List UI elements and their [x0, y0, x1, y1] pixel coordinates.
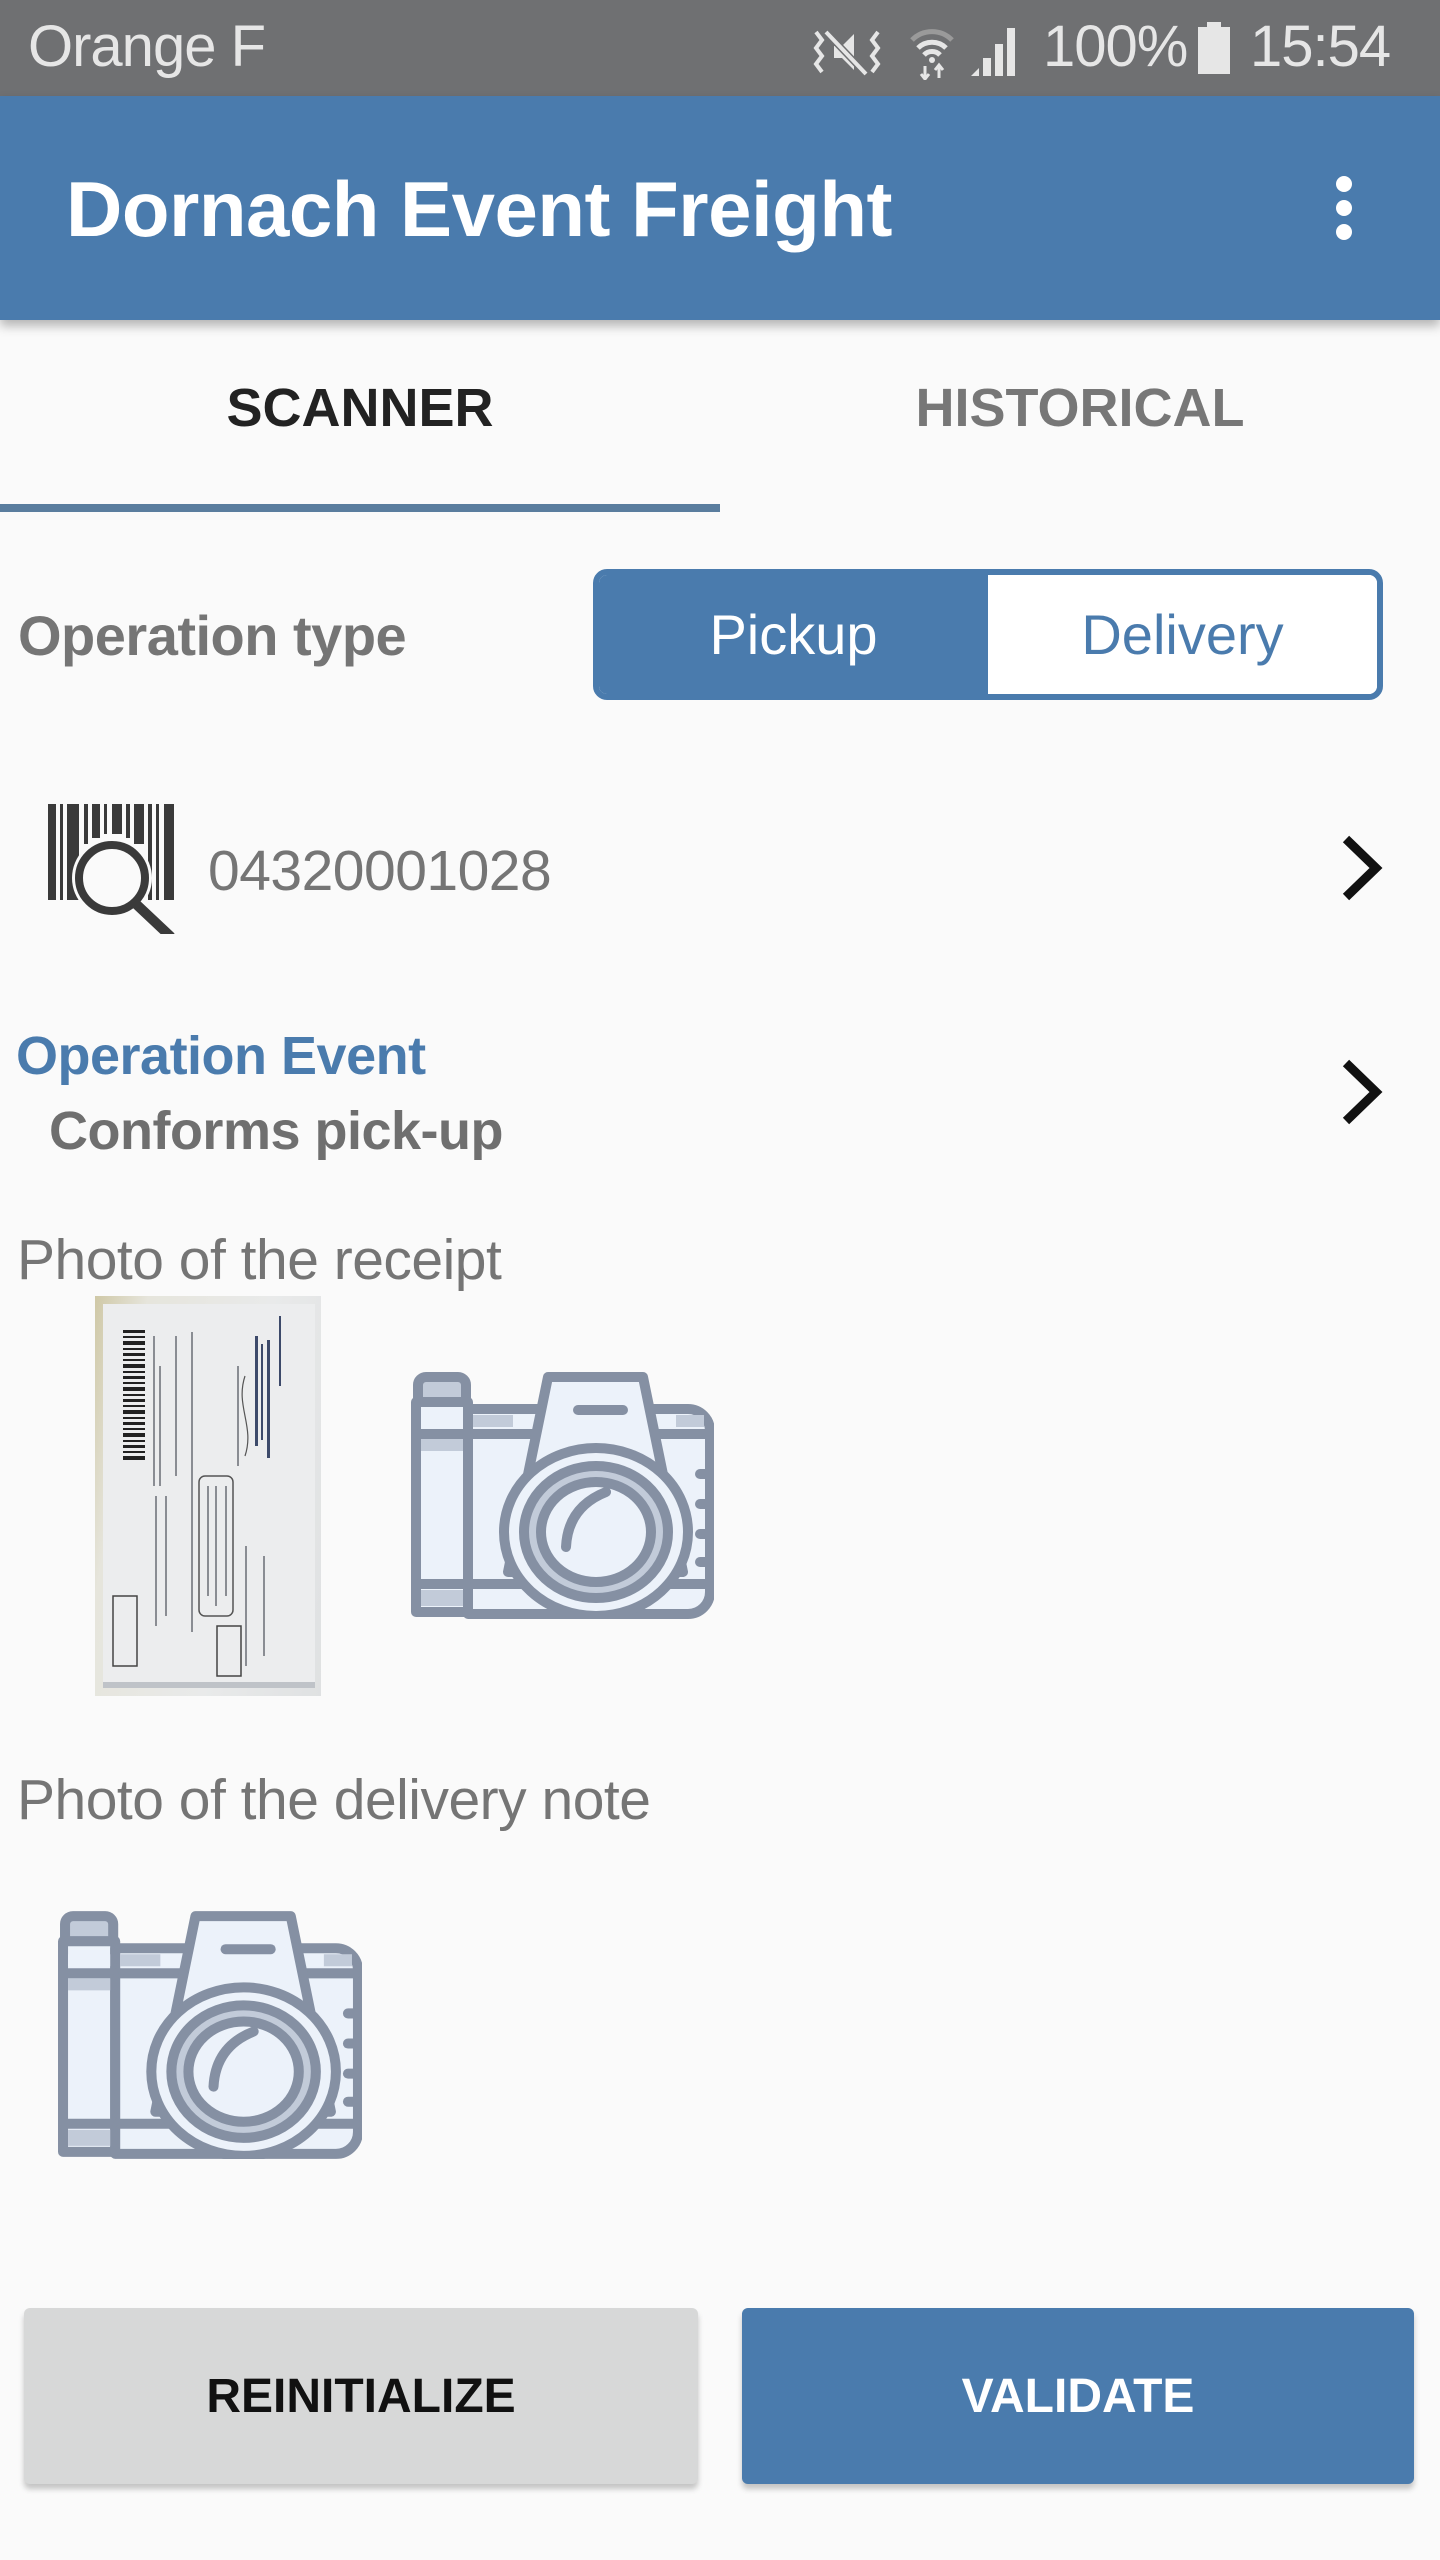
tab-indicator	[0, 504, 720, 512]
wifi-icon	[910, 29, 954, 80]
barcode-search-icon	[48, 804, 175, 934]
tab-scanner[interactable]: SCANNER	[0, 320, 720, 512]
operation-event-label: Operation Event	[16, 1026, 426, 1086]
tab-historical[interactable]: HISTORICAL	[720, 320, 1440, 512]
chevron-right-icon[interactable]	[1340, 835, 1384, 901]
operation-type-toggle: Pickup Delivery	[593, 569, 1383, 700]
more-vert-icon-dot	[1336, 200, 1352, 216]
signal-icon	[971, 28, 1015, 76]
chevron-right-icon[interactable]	[1340, 1059, 1384, 1125]
more-vert-icon-dot	[1336, 224, 1352, 240]
receipt-photo-label: Photo of the receipt	[17, 1228, 502, 1292]
delivery-option[interactable]: Delivery	[988, 575, 1377, 694]
validate-button[interactable]: VALIDATE	[742, 2308, 1414, 2484]
vibrate-mute-icon	[813, 29, 881, 77]
battery-icon	[1198, 22, 1230, 74]
barcode-value: 04320001028	[208, 839, 552, 903]
receipt-document-image	[103, 1304, 315, 1688]
delivery-note-photo-label: Photo of the delivery note	[17, 1768, 651, 1832]
battery-percent: 100%	[1043, 14, 1188, 79]
add-receipt-photo-camera-icon[interactable]	[408, 1372, 714, 1619]
operation-type-label: Operation type	[18, 604, 407, 667]
app-title: Dornach Event Freight	[66, 165, 892, 253]
operation-event-value: Conforms pick-up	[49, 1101, 504, 1161]
pickup-option[interactable]: Pickup	[599, 575, 988, 694]
reinitialize-button[interactable]: REINITIALIZE	[24, 2308, 698, 2484]
receipt-photo-thumbnail[interactable]	[95, 1296, 321, 1696]
add-delivery-note-photo-camera-icon[interactable]	[55, 1911, 362, 2159]
more-vert-icon-dot	[1336, 176, 1352, 192]
clock: 15:54	[1250, 14, 1391, 79]
overflow-menu-button[interactable]	[1314, 164, 1374, 252]
carrier-name: Orange F	[28, 14, 266, 79]
